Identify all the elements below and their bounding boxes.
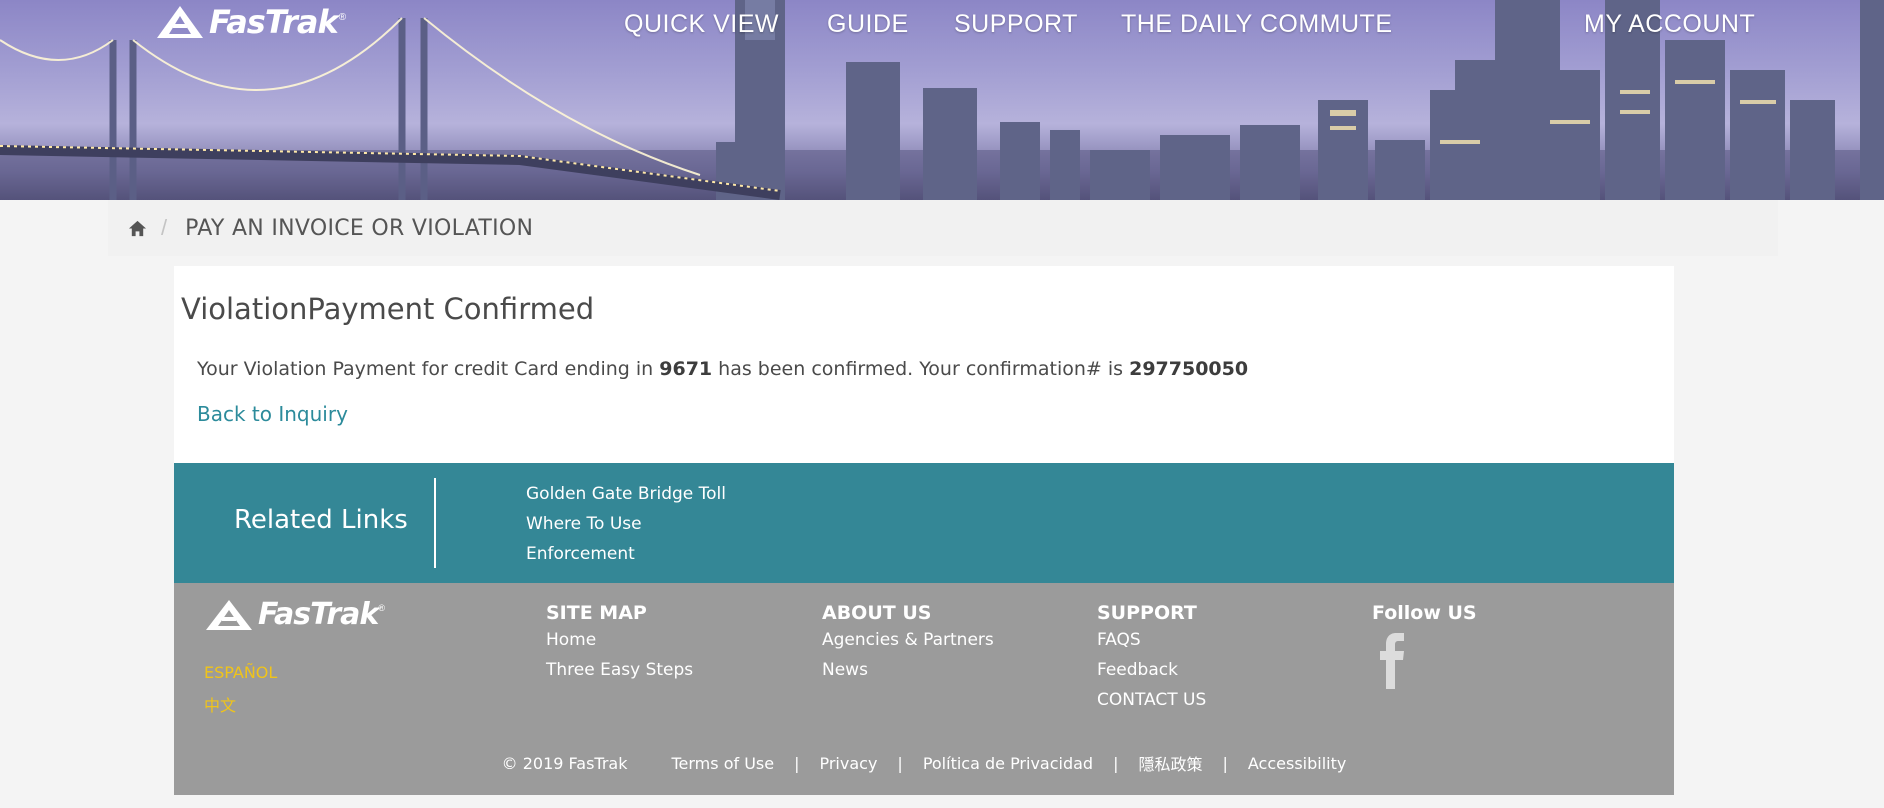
confirmation-number: 297750050 xyxy=(1129,358,1249,380)
legal-separator: | xyxy=(897,753,903,773)
footer-follow-column: Follow US xyxy=(1372,601,1477,694)
site-footer: FasTrak ® ESPAÑOL 中文 SITE MAP Home Three… xyxy=(174,583,1674,795)
related-links-title: Related Links xyxy=(234,505,408,535)
support-heading: SUPPORT xyxy=(1097,602,1197,624)
nav-quick-view[interactable]: QUICK VIEW xyxy=(624,10,779,39)
related-links-divider xyxy=(434,478,436,568)
legal-link-privacy[interactable]: Privacy xyxy=(819,754,877,773)
related-link-where-to-use[interactable]: Where To Use xyxy=(526,509,726,539)
message-text-part2: has been confirmed. Your confirmation# i… xyxy=(712,358,1130,380)
breadcrumb: / PAY AN INVOICE OR VIOLATION xyxy=(108,200,1778,256)
related-link-golden-gate[interactable]: Golden Gate Bridge Toll xyxy=(526,479,726,509)
legal-link-accessibility[interactable]: Accessibility xyxy=(1248,754,1346,773)
follow-heading: Follow US xyxy=(1372,602,1477,624)
footer-link-news[interactable]: News xyxy=(822,655,994,685)
related-links-section: Related Links Golden Gate Bridge Toll Wh… xyxy=(174,463,1674,583)
breadcrumb-separator: / xyxy=(161,215,168,240)
footer-link-home[interactable]: Home xyxy=(546,625,693,655)
footer-link-feedback[interactable]: Feedback xyxy=(1097,655,1206,685)
copyright-text: © 2019 FasTrak xyxy=(501,753,628,773)
footer-sitemap-column: SITE MAP Home Three Easy Steps xyxy=(546,601,693,685)
card-last4: 9671 xyxy=(659,358,713,380)
footer-brand-name: FasTrak xyxy=(258,597,379,632)
language-chinese-link[interactable]: 中文 xyxy=(204,692,236,716)
legal-link-terms[interactable]: Terms of Use xyxy=(671,754,774,773)
home-icon[interactable] xyxy=(128,219,147,238)
page-title: ViolationPayment Confirmed xyxy=(181,292,595,326)
legal-link-privacy-chinese[interactable]: 隱私政策 xyxy=(1138,751,1202,775)
nav-my-account[interactable]: MY ACCOUNT xyxy=(1584,10,1755,39)
message-text-part1: Your Violation Payment for credit Card e… xyxy=(197,358,660,380)
related-links-list: Golden Gate Bridge Toll Where To Use Enf… xyxy=(526,479,726,569)
footer-link-contact-us[interactable]: CONTACT US xyxy=(1097,685,1206,715)
hero-header: FasTrak ® QUICK VIEW GUIDE SUPPORT THE D… xyxy=(0,0,1884,200)
footer-link-faqs[interactable]: FAQS xyxy=(1097,625,1206,655)
nav-support[interactable]: SUPPORT xyxy=(954,10,1078,39)
confirmation-message: Your Violation Payment for credit Card e… xyxy=(197,358,1248,380)
back-to-inquiry-link[interactable]: Back to Inquiry xyxy=(197,402,348,426)
language-espanol-link[interactable]: ESPAÑOL xyxy=(204,663,277,682)
top-navigation: QUICK VIEW GUIDE SUPPORT THE DAILY COMMU… xyxy=(0,10,1884,46)
footer-logo[interactable]: FasTrak ® xyxy=(204,597,385,632)
breadcrumb-current: PAY AN INVOICE OR VIOLATION xyxy=(185,215,534,241)
footer-support-column: SUPPORT FAQS Feedback CONTACT US xyxy=(1097,601,1206,715)
legal-separator: | xyxy=(794,753,800,773)
legal-link-privacidad[interactable]: Política de Privacidad xyxy=(923,754,1093,773)
about-heading: ABOUT US xyxy=(822,602,932,624)
legal-bar: © 2019 FasTrak Terms of Use | Privacy | … xyxy=(174,751,1674,775)
footer-link-three-easy-steps[interactable]: Three Easy Steps xyxy=(546,655,693,685)
sitemap-heading: SITE MAP xyxy=(546,602,647,624)
related-link-enforcement[interactable]: Enforcement xyxy=(526,539,726,569)
footer-logo-icon xyxy=(206,599,252,630)
footer-registered-mark: ® xyxy=(378,603,385,613)
nav-guide[interactable]: GUIDE xyxy=(827,10,909,39)
legal-separator: | xyxy=(1113,753,1119,773)
confirmation-panel: ViolationPayment Confirmed Your Violatio… xyxy=(174,266,1674,463)
facebook-icon[interactable] xyxy=(1378,631,1406,689)
footer-link-agencies-partners[interactable]: Agencies & Partners xyxy=(822,625,994,655)
nav-daily-commute[interactable]: THE DAILY COMMUTE xyxy=(1121,10,1393,39)
footer-about-column: ABOUT US Agencies & Partners News xyxy=(822,601,994,685)
legal-separator: | xyxy=(1222,753,1228,773)
